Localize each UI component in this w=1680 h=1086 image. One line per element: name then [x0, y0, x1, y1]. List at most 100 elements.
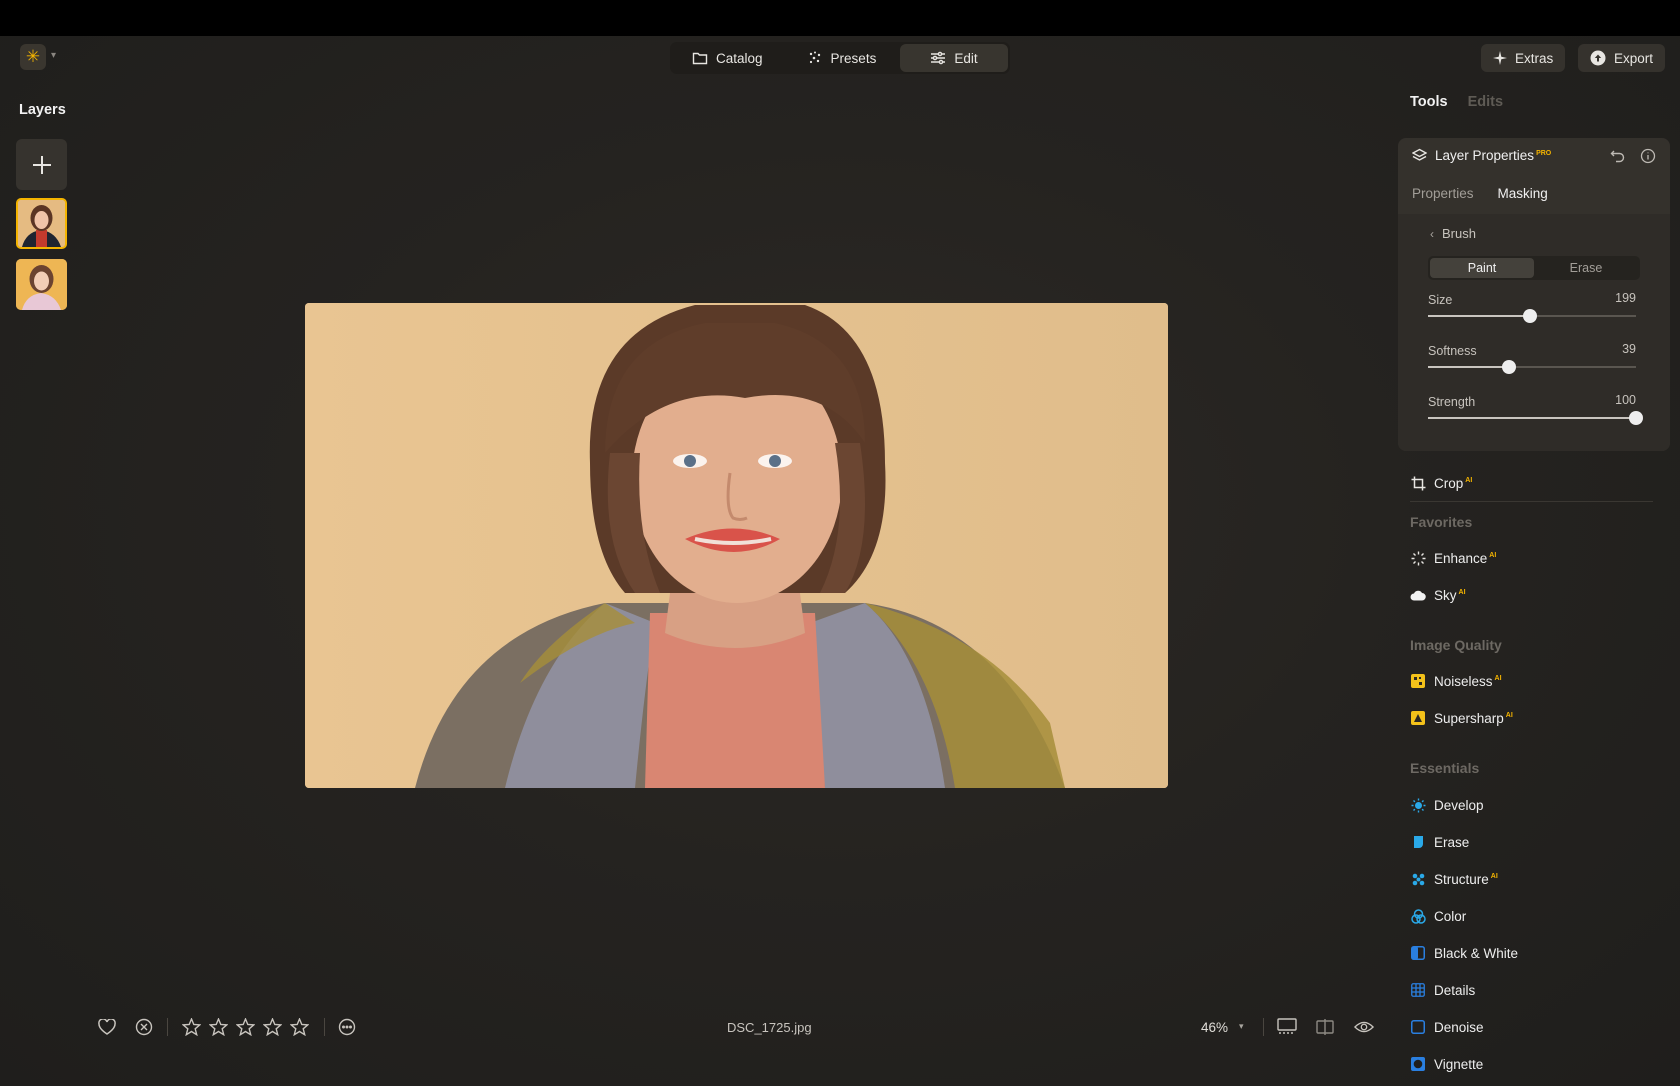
slider-handle[interactable] — [1522, 309, 1537, 323]
layer-properties-title: Layer Properties — [1435, 148, 1535, 163]
tool-vignette[interactable]: Vignette — [1410, 1056, 1483, 1072]
subtab-properties[interactable]: Properties — [1412, 186, 1474, 201]
slider-label: Softness — [1428, 344, 1477, 358]
chevron-down-icon[interactable]: ▾ — [1239, 1021, 1244, 1032]
extras-button[interactable]: Extras — [1481, 44, 1566, 72]
brush-mode-segmented-control: Paint Erase — [1428, 256, 1640, 280]
slider-handle[interactable] — [1629, 411, 1643, 425]
ai-badge: AI — [1490, 873, 1498, 880]
tool-label: Structure — [1434, 871, 1489, 887]
slider-track[interactable] — [1428, 360, 1636, 374]
softness-slider: Softness 39 — [1428, 342, 1636, 374]
section-essentials: Essentials — [1410, 760, 1480, 776]
strength-slider: Strength 100 — [1428, 393, 1643, 425]
tool-develop[interactable]: Develop — [1410, 797, 1484, 813]
paint-mode-button[interactable]: Paint — [1430, 258, 1534, 278]
vignette-icon — [1410, 1056, 1426, 1072]
slider-label: Strength — [1428, 395, 1476, 409]
tool-label: Crop — [1434, 475, 1464, 491]
photo-canvas[interactable] — [305, 303, 1168, 788]
tab-catalog-label: Catalog — [716, 50, 763, 66]
export-label: Export — [1614, 50, 1654, 66]
tab-edits[interactable]: Edits — [1468, 94, 1503, 110]
tool-sky[interactable]: Sky AI — [1410, 587, 1466, 603]
more-options-icon[interactable] — [337, 1017, 357, 1037]
tool-label: Supersharp — [1434, 710, 1504, 726]
slider-value[interactable]: 100 — [1615, 393, 1636, 407]
undo-icon[interactable] — [1610, 148, 1626, 164]
ai-badge: AI — [1489, 552, 1497, 559]
info-icon[interactable] — [1640, 148, 1656, 164]
layer-properties-header[interactable]: Layer Properties PRO — [1412, 148, 1551, 163]
details-icon — [1410, 982, 1426, 998]
structure-icon — [1410, 871, 1426, 887]
subtab-masking[interactable]: Masking — [1498, 186, 1548, 201]
layer-properties-panel: Layer Properties PRO Properties Masking ‹… — [1398, 138, 1670, 451]
app-window: ✳ ▾ Catalog Presets Edit Extras Export L… — [0, 36, 1680, 1086]
tool-color[interactable]: Color — [1410, 908, 1466, 924]
tab-presets-label: Presets — [830, 50, 877, 66]
section-image-quality: Image Quality — [1410, 637, 1502, 653]
crop-icon — [1410, 475, 1426, 491]
chevron-down-icon[interactable]: ▾ — [51, 50, 56, 61]
compare-icon[interactable] — [1315, 1017, 1335, 1037]
reject-icon[interactable] — [134, 1017, 154, 1037]
slider-fill — [1428, 315, 1530, 317]
tab-tools[interactable]: Tools — [1410, 94, 1448, 110]
tool-denoise[interactable]: Denoise — [1410, 1019, 1484, 1035]
heart-icon[interactable] — [97, 1017, 117, 1037]
portrait-thumbnail-image — [18, 200, 65, 247]
tool-enhance[interactable]: Enhance AI — [1410, 550, 1496, 566]
slider-value[interactable]: 199 — [1615, 291, 1636, 305]
pro-badge: PRO — [1536, 149, 1552, 157]
tool-label: Develop — [1434, 797, 1484, 813]
sparkle-dots-icon — [809, 51, 820, 64]
tool-erase[interactable]: Erase — [1410, 834, 1469, 850]
zoom-level[interactable]: 46% — [1201, 1020, 1228, 1035]
layer-properties-actions — [1610, 148, 1656, 164]
brush-back-button[interactable]: ‹ Brush — [1430, 226, 1476, 241]
slider-fill — [1428, 366, 1510, 368]
divider — [167, 1018, 168, 1036]
eye-icon[interactable] — [1354, 1017, 1374, 1037]
layer-thumbnail[interactable] — [16, 259, 67, 310]
tab-presets[interactable]: Presets — [787, 44, 897, 72]
tool-noiseless[interactable]: Noiseless AI — [1410, 673, 1502, 689]
tab-edit[interactable]: Edit — [900, 44, 1008, 72]
tool-details[interactable]: Details — [1410, 982, 1475, 998]
tab-catalog[interactable]: Catalog — [672, 44, 783, 72]
slider-track[interactable] — [1428, 309, 1636, 323]
export-button[interactable]: Export — [1578, 44, 1666, 72]
star-icon[interactable] — [208, 1017, 228, 1037]
tool-label: Sky — [1434, 587, 1457, 603]
slider-track[interactable] — [1428, 411, 1643, 425]
layer-thumbnail[interactable] — [16, 198, 67, 249]
portrait-thumbnail-image — [16, 259, 67, 310]
slider-handle[interactable] — [1502, 360, 1517, 374]
star-icon[interactable] — [181, 1017, 201, 1037]
filename-label: DSC_1725.jpg — [727, 1020, 812, 1035]
tool-structure[interactable]: Structure AI — [1410, 871, 1498, 887]
tool-label: Enhance — [1434, 550, 1488, 566]
layers-icon — [1412, 148, 1427, 161]
erase-mode-button[interactable]: Erase — [1534, 258, 1638, 278]
tool-supersharp[interactable]: Supersharp AI — [1410, 710, 1513, 726]
eraser-icon — [1410, 834, 1426, 850]
star-icon[interactable] — [289, 1017, 309, 1037]
brush-label: Brush — [1442, 226, 1476, 241]
portrait-photo-image — [305, 303, 1168, 788]
ai-badge: AI — [1494, 675, 1502, 682]
tab-edit-label: Edit — [954, 50, 978, 66]
tool-crop[interactable]: Crop AI — [1410, 475, 1472, 491]
filmstrip-icon[interactable] — [1277, 1017, 1297, 1037]
slider-value[interactable]: 39 — [1622, 342, 1636, 356]
bw-icon — [1410, 945, 1426, 961]
add-layer-button[interactable] — [16, 139, 67, 190]
noiseless-icon — [1410, 673, 1426, 689]
star-icon[interactable] — [235, 1017, 255, 1037]
app-logo-icon[interactable]: ✳ — [20, 44, 46, 70]
tool-black-white[interactable]: Black & White — [1410, 945, 1518, 961]
star-icon[interactable] — [262, 1017, 282, 1037]
sun-icon — [1410, 797, 1426, 813]
mode-switcher: Catalog Presets Edit — [670, 42, 1010, 74]
